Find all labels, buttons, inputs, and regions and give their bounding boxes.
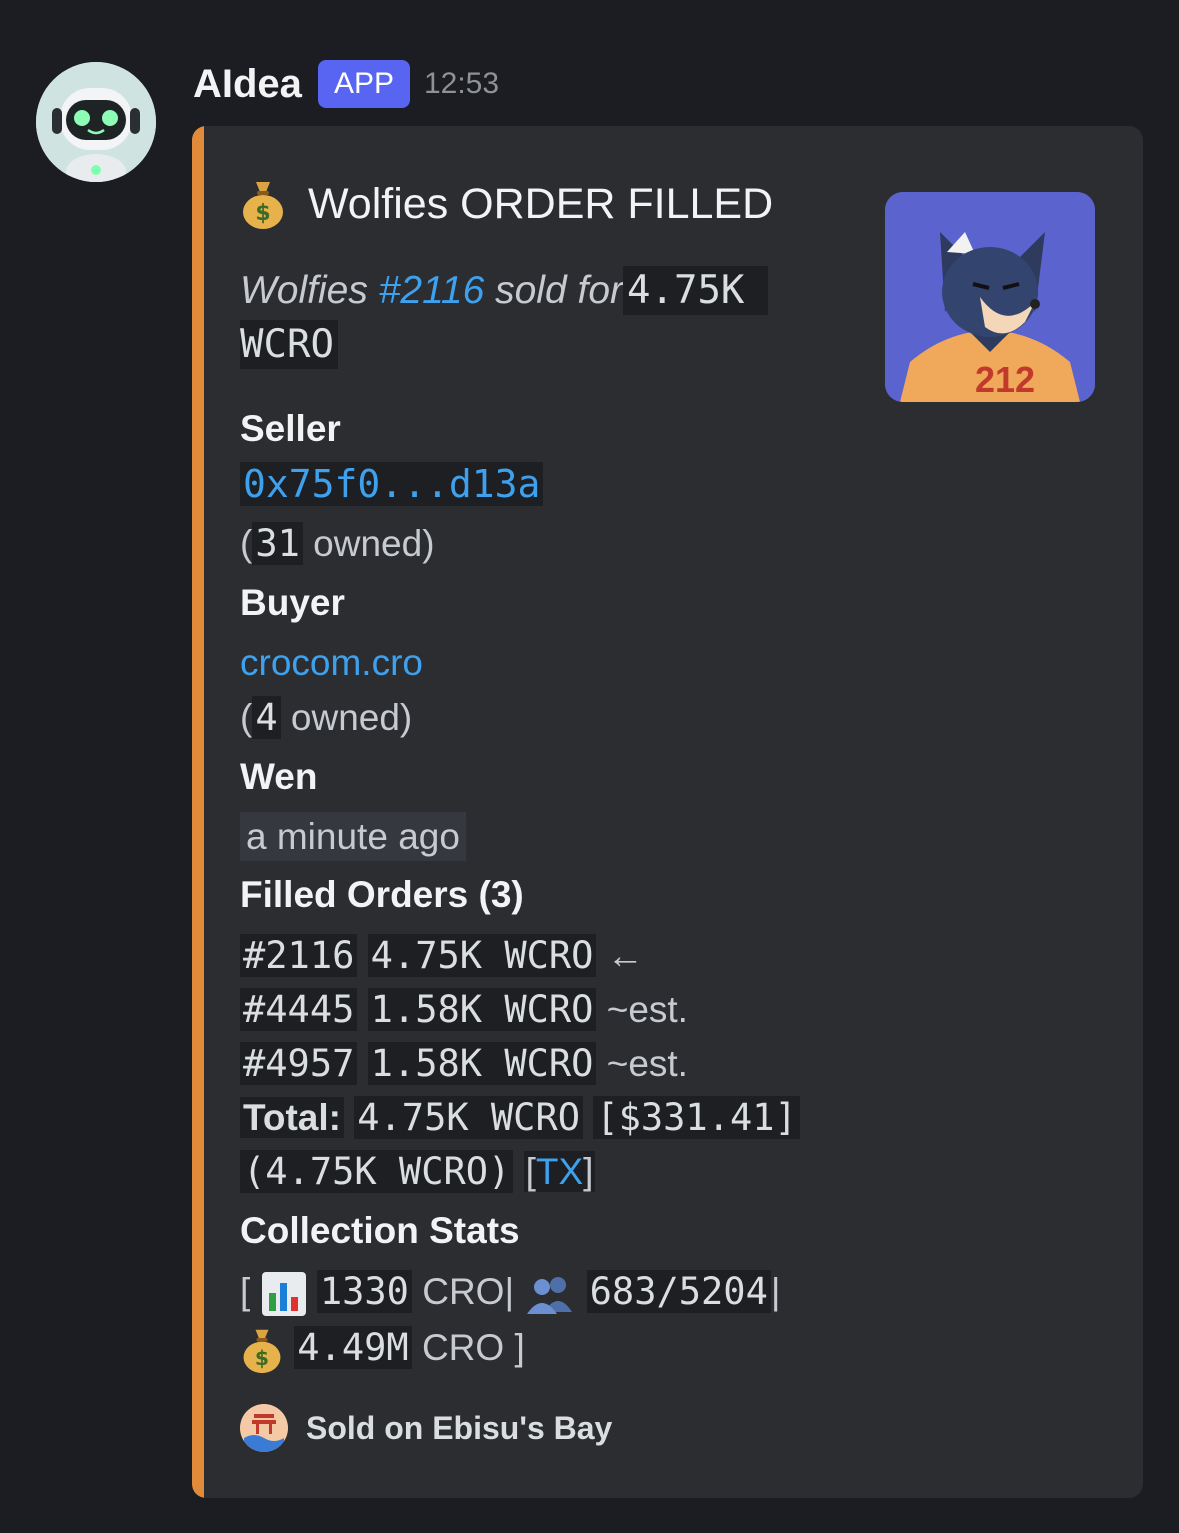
- money-bag-icon: $: [243, 1329, 281, 1374]
- svg-text:$: $: [255, 201, 270, 226]
- total-native-row: (4.75K WCRO) [TX]: [240, 1150, 596, 1193]
- username[interactable]: AIdea: [193, 62, 302, 107]
- holders-count: 683/5204: [586, 1270, 771, 1313]
- seller-owned: (31 owned): [240, 522, 435, 565]
- seller-address-link[interactable]: 0x75f0...d13a: [240, 462, 544, 506]
- collection-stats-label: Collection Stats: [240, 1210, 520, 1251]
- floor-price: 1330: [316, 1270, 412, 1313]
- order-row: #4957 1.58K WCRO ~est.: [240, 1042, 688, 1085]
- buyer-owned: (4 owned): [240, 696, 413, 739]
- total-native: (4.75K WCRO): [240, 1150, 514, 1193]
- app-badge: APP: [317, 60, 410, 108]
- embed-title: Wolfies ORDER FILLED: [308, 179, 774, 228]
- total-label: Total:: [240, 1097, 344, 1138]
- message-header: AIdea APP 12:53: [193, 56, 499, 112]
- embed-description: Wolfies #2116 sold for 4.75K WCRO: [240, 264, 840, 372]
- tx-link[interactable]: TX: [536, 1151, 583, 1192]
- svg-text:$: $: [255, 1346, 269, 1370]
- jersey-number: 212: [975, 359, 1035, 400]
- money-bag-icon: $: [243, 182, 283, 229]
- footer-text: Sold on Ebisu's Bay: [306, 1409, 613, 1446]
- embed-footer: Sold on Ebisu's Bay: [240, 1404, 612, 1452]
- buyer-label: Buyer: [240, 582, 345, 623]
- collection-stats-line2: $ 4.49M CRO ]: [240, 1326, 525, 1374]
- timestamp[interactable]: 12:53: [424, 67, 499, 101]
- order-row: #4445 1.58K WCRO ~est.: [240, 988, 688, 1031]
- bot-avatar[interactable]: [36, 62, 156, 182]
- sold-for-text: sold for: [495, 269, 624, 312]
- collection-stats-line1: [ 1330 CRO| 683/5204|: [240, 1270, 781, 1317]
- collection-name: Wolfies: [240, 269, 368, 312]
- buyer-owned-count: 4: [252, 696, 281, 739]
- filled-orders-label: Filled Orders (3): [240, 874, 524, 915]
- nft-thumbnail[interactable]: 212: [885, 192, 1095, 402]
- embed-title-row: $ Wolfies ORDER FILLED: [240, 178, 773, 230]
- seller-label: Seller: [240, 408, 341, 449]
- total-usd: [$331.41]: [593, 1096, 800, 1139]
- wen-label: Wen: [240, 756, 318, 797]
- order-row: #2116 4.75K WCRO ←: [240, 934, 644, 977]
- embed-accent-bar: [192, 126, 204, 1498]
- wen-value-line: a minute ago: [240, 812, 466, 861]
- seller-address-line: 0x75f0...d13a: [240, 462, 544, 506]
- users-icon: [527, 1277, 573, 1315]
- volume-value: 4.49M: [294, 1326, 412, 1369]
- ebisus-bay-icon: [240, 1404, 288, 1452]
- buyer-address-line: crocom.cro: [240, 642, 423, 684]
- total-value: 4.75K WCRO: [354, 1096, 584, 1139]
- relative-timestamp: a minute ago: [240, 812, 466, 861]
- token-link[interactable]: #2116: [379, 269, 485, 312]
- total-row: Total: 4.75K WCRO [$331.41]: [240, 1096, 800, 1139]
- seller-owned-count: 31: [252, 522, 303, 565]
- embed-card: $ Wolfies ORDER FILLED 212 Wolfies #2116…: [192, 126, 1143, 1498]
- bar-chart-icon: [261, 1272, 306, 1317]
- buyer-address-link[interactable]: crocom.cro: [240, 642, 423, 683]
